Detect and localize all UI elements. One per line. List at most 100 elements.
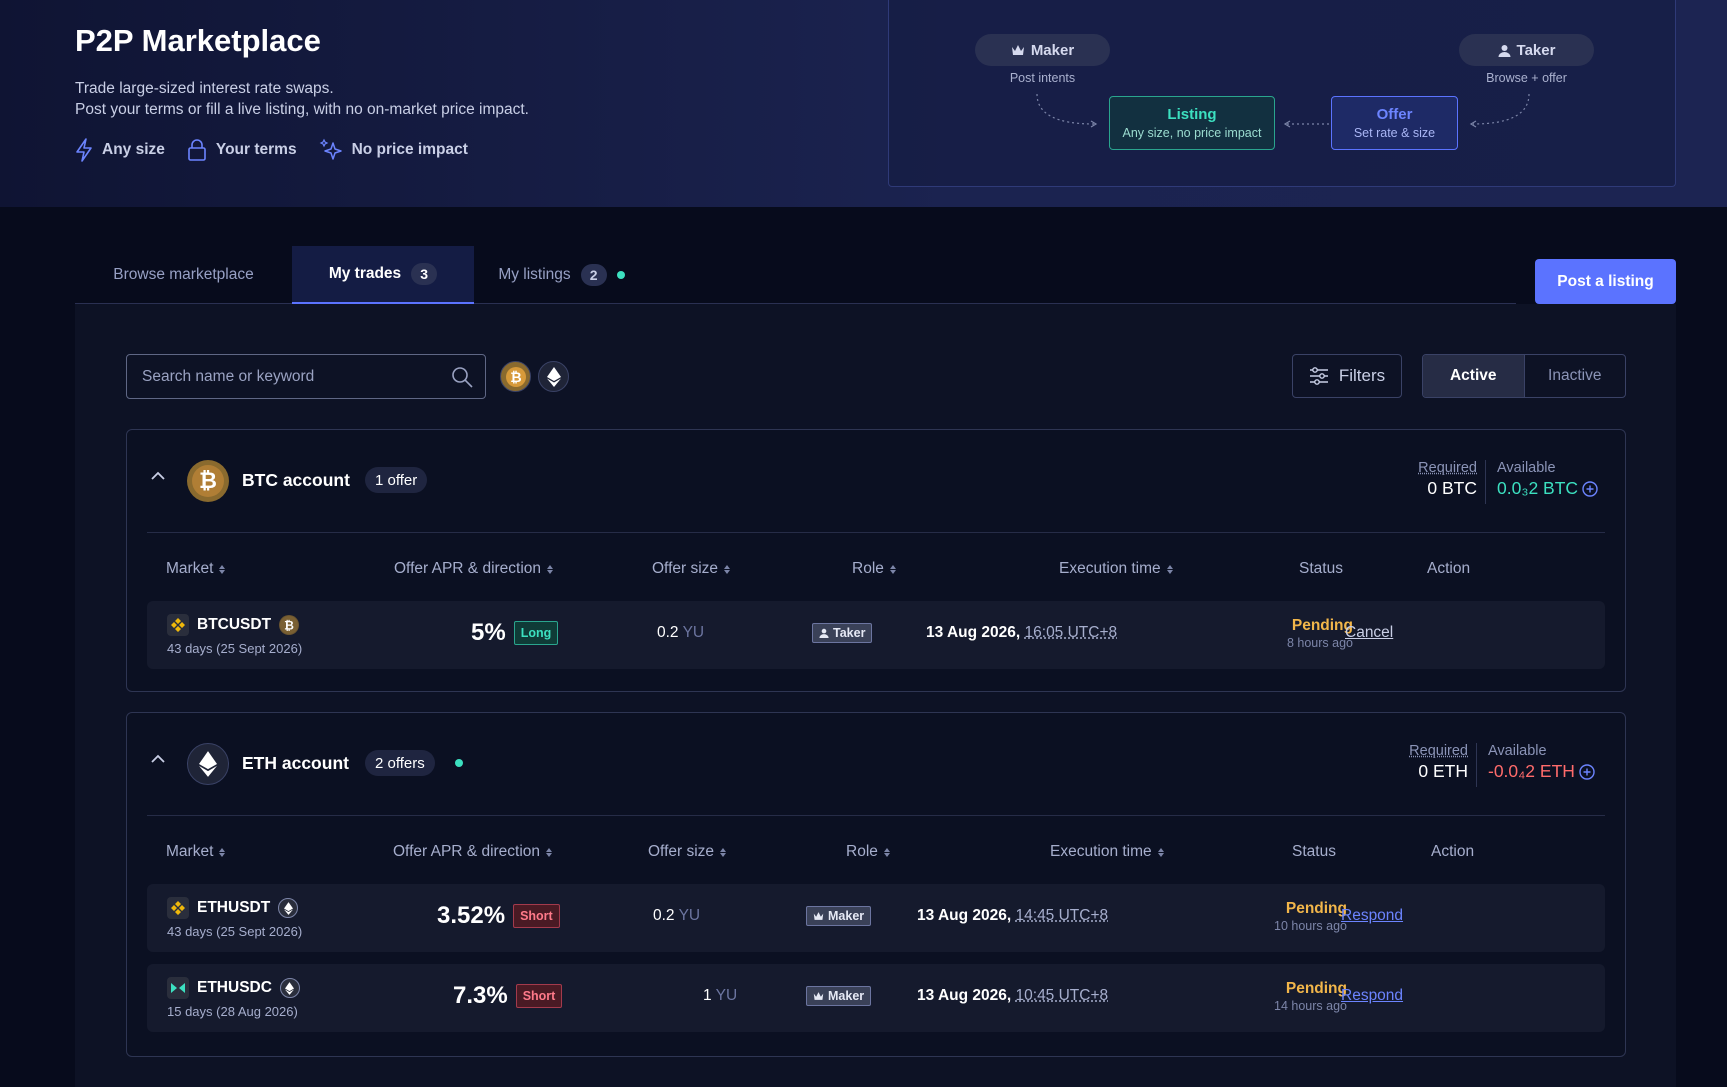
feature-label: No price impact [351,141,468,158]
required-label: Required [1409,743,1468,759]
col-label: Offer APR & direction [393,843,541,860]
tab-browse-marketplace[interactable]: Browse marketplace [75,246,292,304]
sort-icon [883,847,890,857]
col-size[interactable]: Offer size [652,560,731,578]
feature-your-terms: Your terms [187,138,297,162]
add-circle-icon[interactable] [1579,763,1595,780]
col-execution-time[interactable]: Execution time [1059,560,1173,578]
execution-time-cell: 13 Aug 2026, 14:45 UTC+8 [917,907,1108,925]
search-box[interactable] [126,354,486,399]
available-label: Available [1497,460,1556,476]
direction-badge: Short [513,904,560,928]
size-unit: YU [678,907,701,924]
col-size[interactable]: Offer size [648,843,727,861]
market-term: 15 days (28 Aug 2026) [167,1004,298,1019]
status-label: Pending [1291,617,1353,634]
execution-time-cell: 13 Aug 2026, 10:45 UTC+8 [917,987,1108,1005]
table-row[interactable]: ETHUSDT 43 days (25 Sept 2026) 3.52% Sho… [147,884,1605,952]
ethereum-icon [278,898,299,918]
col-apr[interactable]: Offer APR & direction [393,843,553,861]
available-amount: -0.0₄2 ETH [1488,761,1575,781]
lock-icon [188,139,206,161]
search-input[interactable] [142,355,432,398]
user-icon [819,628,829,638]
market-cell: ETHUSDT [167,897,299,919]
size-value: 0.2 [657,624,679,641]
required-label: Required [1418,460,1477,476]
status-toggle: Active Inactive [1422,354,1626,398]
available-value: 0.0₃2 BTC [1497,478,1598,499]
cancel-button[interactable]: Cancel [1345,624,1393,642]
role-badge: Maker [806,906,872,926]
hero-subtitle-line: Post your terms or fill a live listing, … [75,101,529,118]
post-listing-button[interactable]: Post a listing [1535,259,1676,304]
size-value: 1 [703,987,712,1004]
inactive-toggle[interactable]: Inactive [1525,355,1626,397]
btc-filter-button[interactable]: ₿ [500,361,531,392]
sort-icon [724,564,731,574]
table-row[interactable]: BTCUSDT ₿ 43 days (25 Sept 2026) 5% Long… [147,601,1605,669]
col-execution-time[interactable]: Execution time [1050,843,1164,861]
col-apr[interactable]: Offer APR & direction [394,560,554,578]
market-cell: BTCUSDT ₿ [167,614,300,636]
chevron-up-icon[interactable] [150,470,166,482]
feature-any-size: Any size [75,138,165,162]
status-label: Pending [1285,980,1347,997]
tab-my-trades[interactable]: My trades 3 [292,246,474,304]
respond-button[interactable]: Respond [1341,907,1403,925]
search-icon[interactable] [451,366,473,388]
listing-box: Listing Any size, no price impact [1109,96,1275,150]
status-time-ago: 14 hours ago [1274,999,1347,1013]
direction-badge: Short [515,984,563,1008]
col-status: Status [1292,843,1336,861]
col-role[interactable]: Role [846,843,890,861]
sort-icon [547,564,554,574]
account-name: BTC account [242,470,350,490]
eth-filter-button[interactable] [538,361,569,392]
apr-cell: 5% Long [471,619,559,647]
feature-label: Your terms [215,141,297,158]
exchange-icon [167,977,189,999]
table-header: Market Offer APR & direction Offer size … [127,833,1625,873]
sort-icon [720,847,727,857]
col-label: Status [1299,560,1343,577]
notification-dot [616,271,625,279]
size-value: 0.2 [653,907,675,924]
eth-account-card: ETH account 2 offers Required 0 ETH Avai… [126,712,1626,1057]
trades-count-badge: 3 [411,263,438,285]
respond-button[interactable]: Respond [1341,987,1403,1005]
flow-connectors [1036,93,1530,128]
sliders-icon [1309,367,1328,385]
active-toggle[interactable]: Active [1423,355,1525,397]
col-market[interactable]: Market [166,560,226,578]
status-label: Pending [1285,900,1347,917]
svg-text:₿: ₿ [284,619,294,633]
filters-button[interactable]: Filters [1292,354,1402,398]
offer-title: Offer [1376,106,1413,123]
market-symbol: ETHUSDT [197,899,271,916]
col-market[interactable]: Market [166,843,226,861]
eth-logo [187,743,229,785]
page-title: P2P Marketplace [75,23,321,58]
execution-time[interactable]: 10:45 UTC+8 [1016,987,1109,1004]
add-circle-icon[interactable] [1582,480,1598,497]
table-row[interactable]: ETHUSDC 15 days (28 Aug 2026) 7.3% Short… [147,964,1605,1032]
table-header: Market Offer APR & direction Offer size … [127,550,1625,590]
account-header: ETH account 2 offers Required 0 ETH Avai… [127,713,1625,816]
divider [147,815,1605,816]
col-role[interactable]: Role [852,560,896,578]
listing-subtitle: Any size, no price impact [1122,126,1262,140]
col-label: Execution time [1050,843,1152,860]
lightning-icon [76,138,92,162]
required-balance: Required 0 BTC [1418,460,1477,499]
execution-time[interactable]: 14:45 UTC+8 [1016,907,1109,924]
tab-my-listings[interactable]: My listings 2 [474,246,649,304]
chevron-up-icon[interactable] [150,753,166,765]
col-label: Execution time [1059,560,1161,577]
col-action: Action [1431,843,1474,861]
required-value: 0 BTC [1427,478,1477,498]
execution-time[interactable]: 16:05 UTC+8 [1025,624,1118,641]
flow-diagram: Maker Post intents Taker Browse + offer … [888,0,1676,187]
status-cell: Pending 10 hours ago [1274,900,1347,933]
feature-list: Any size Your terms No price impact [75,138,468,162]
